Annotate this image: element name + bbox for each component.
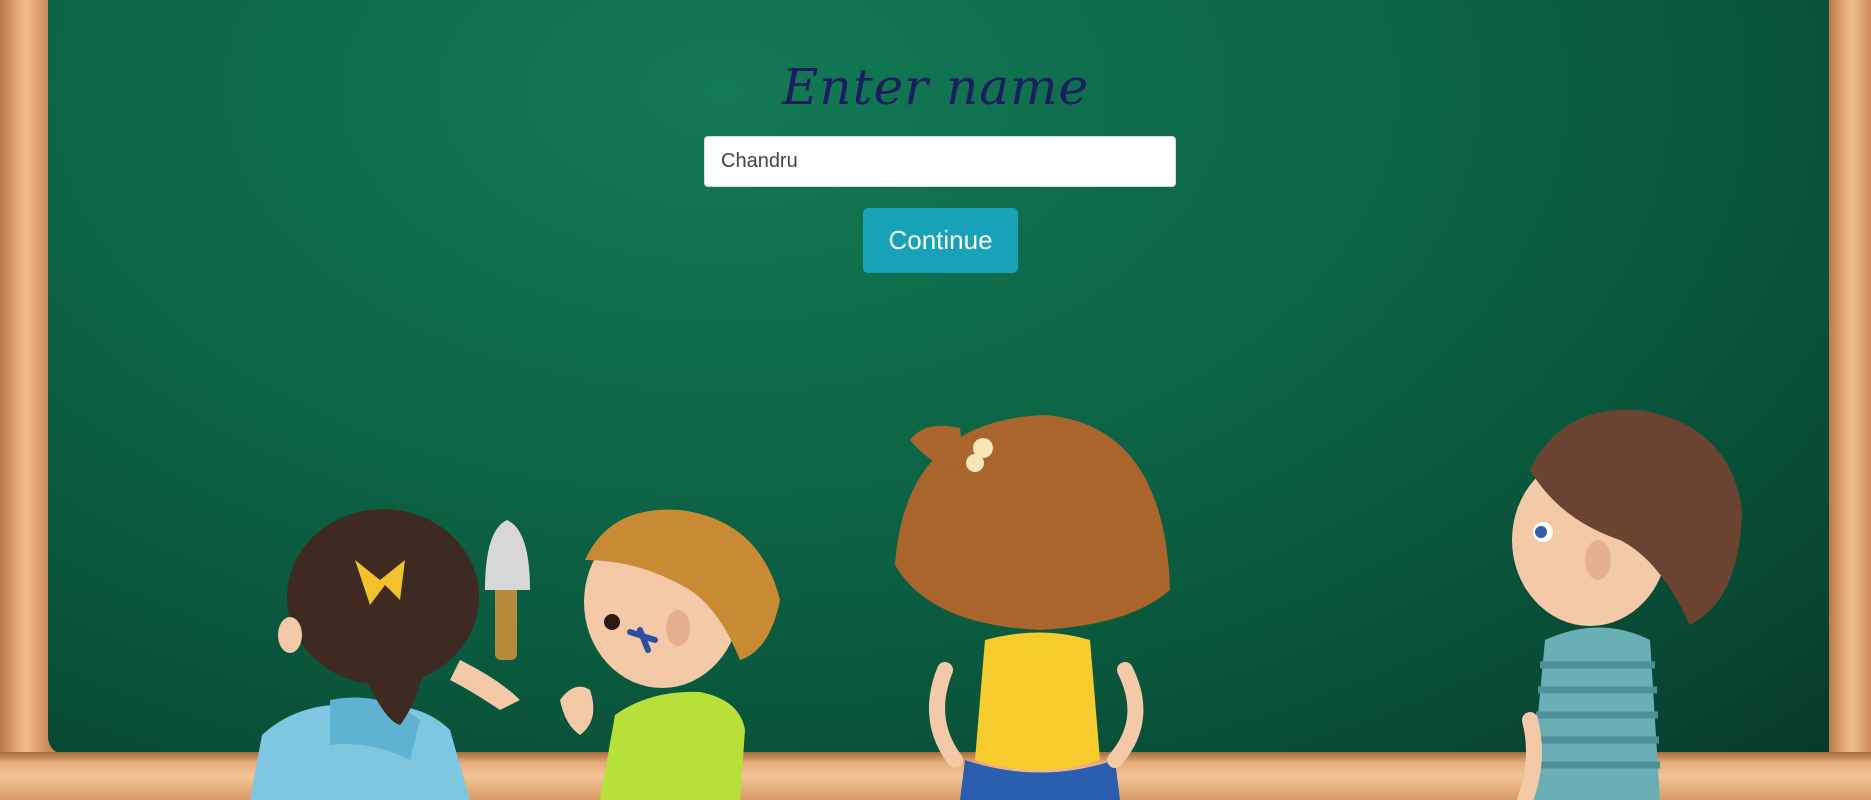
page-title: Enter name [781, 58, 1090, 116]
board-frame-left [0, 0, 48, 800]
continue-button[interactable]: Continue [863, 208, 1018, 273]
board-ledge [0, 752, 1871, 800]
board-frame-right [1829, 0, 1871, 800]
classroom-scene: Enter name Continue [0, 0, 1871, 800]
name-input[interactable] [704, 136, 1176, 187]
